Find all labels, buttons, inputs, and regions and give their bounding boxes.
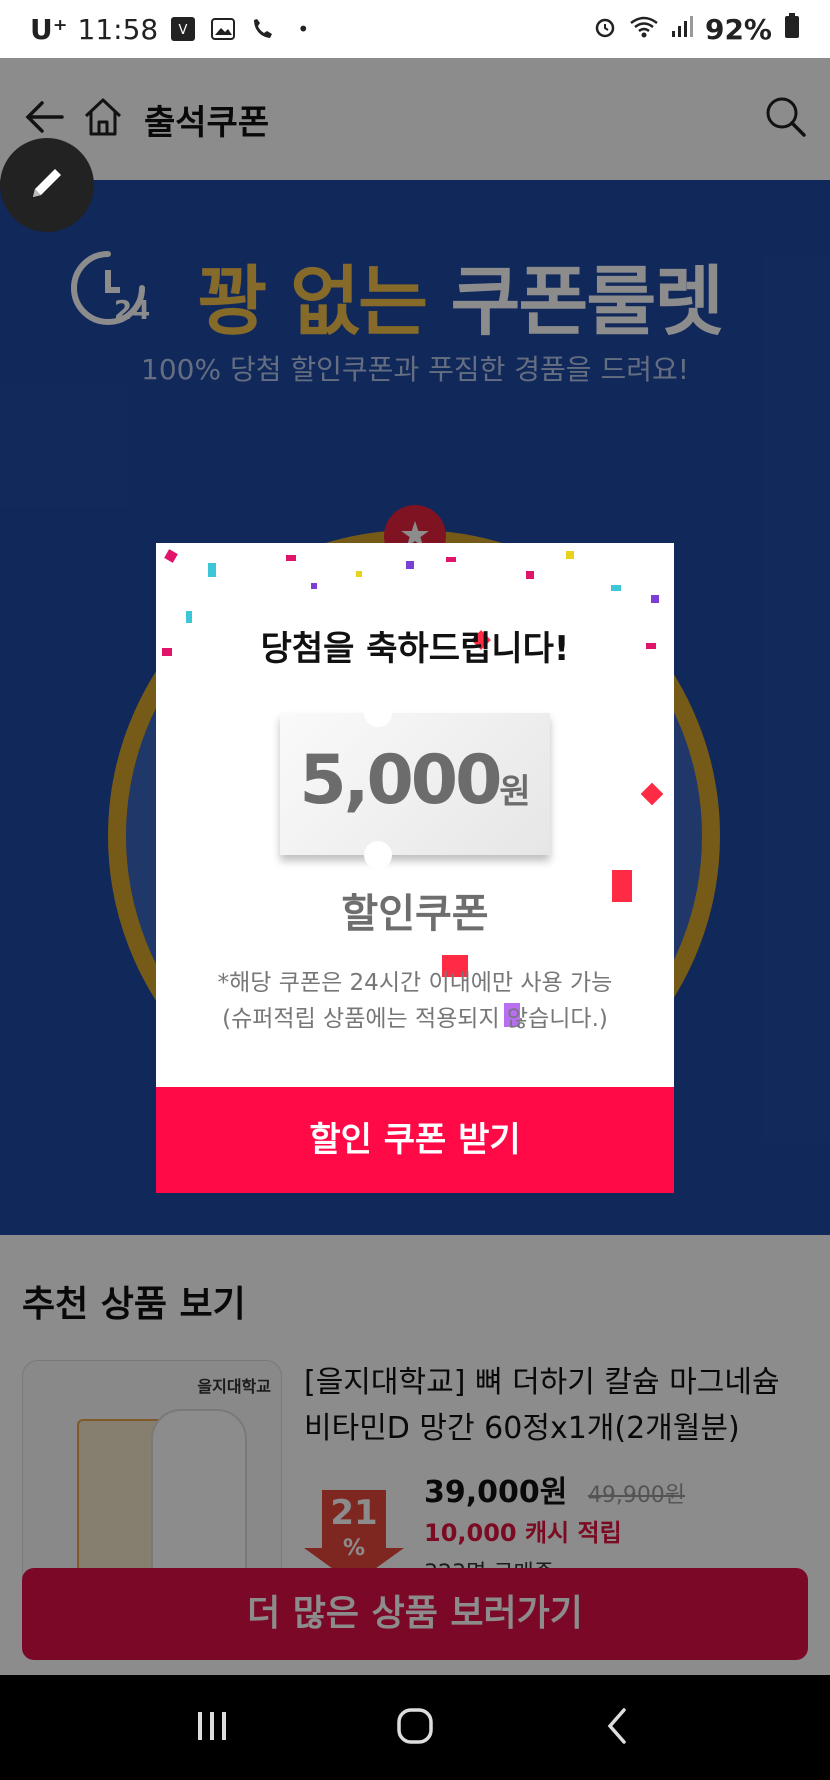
clock-time: 11:58 bbox=[77, 12, 159, 46]
coupon-label: 할인쿠폰 bbox=[341, 891, 489, 937]
coupon-amount: 5,000원 bbox=[280, 741, 550, 820]
modal-heading: 당첨을 축하드립니다! bbox=[260, 629, 570, 669]
back-nav-icon[interactable] bbox=[598, 1706, 638, 1750]
coupon-note-line2: (슈퍼적립 상품에는 적용되지 않습니다.) bbox=[222, 1006, 608, 1032]
alarm-icon bbox=[593, 13, 617, 46]
dot-icon: • bbox=[297, 17, 310, 41]
coupon-win-modal: 당첨을 축하드립니다! 5,000원 할인쿠폰 *해당 쿠폰은 24시간 이내에… bbox=[156, 543, 674, 1193]
call-icon bbox=[248, 14, 278, 44]
status-bar: U⁺ 11:58 V • 92% bbox=[0, 0, 830, 58]
system-nav-bar bbox=[0, 1675, 830, 1780]
app-notification-icon: V bbox=[168, 14, 198, 44]
recents-icon[interactable] bbox=[192, 1706, 232, 1750]
pencil-icon bbox=[23, 159, 71, 211]
carrier-label: U⁺ bbox=[30, 12, 68, 46]
battery-level: 92% bbox=[704, 12, 772, 46]
battery-icon bbox=[784, 12, 800, 46]
coupon-amount-unit: 원 bbox=[499, 772, 531, 812]
get-coupon-button[interactable]: 할인 쿠폰 받기 bbox=[156, 1087, 674, 1193]
coupon-note: *해당 쿠폰은 24시간 이내에만 사용 가능 (슈퍼적립 상품에는 적용되지 … bbox=[156, 965, 674, 1037]
signal-icon bbox=[671, 13, 693, 46]
home-nav-icon[interactable] bbox=[395, 1706, 435, 1750]
coupon-note-line1: *해당 쿠폰은 24시간 이내에만 사용 가능 bbox=[217, 970, 613, 996]
coupon-ticket: 5,000원 bbox=[280, 699, 550, 869]
gallery-icon bbox=[208, 14, 238, 44]
edit-fab-button[interactable] bbox=[0, 138, 94, 232]
wifi-icon bbox=[629, 13, 659, 46]
svg-text:V: V bbox=[179, 23, 188, 38]
coupon-amount-value: 5,000 bbox=[299, 741, 502, 820]
